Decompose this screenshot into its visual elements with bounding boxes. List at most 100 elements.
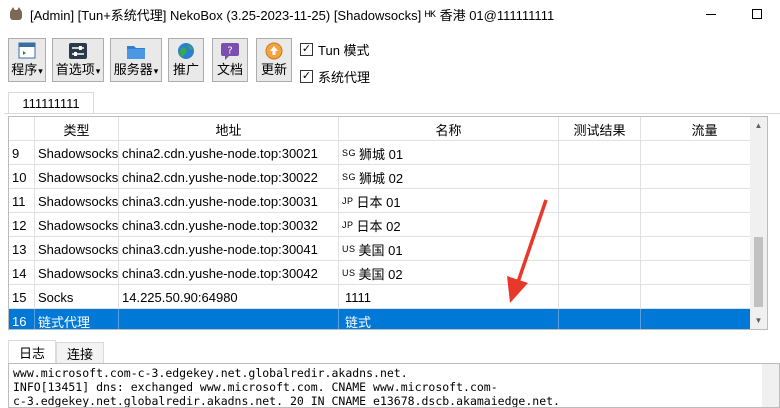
header-test-result[interactable]: 测试结果 (559, 117, 641, 141)
table-row[interactable]: 11 Shadowsocks china3.cdn.yushe-node.top:3… (9, 189, 767, 213)
tun-checkmark-icon: ✓ (300, 43, 313, 56)
maximize-button[interactable] (734, 0, 780, 28)
group-tab[interactable]: 111111111 (8, 92, 94, 114)
row-index: 13 (9, 237, 35, 261)
row-name-cell: US 美国 02 (339, 261, 559, 285)
folder-icon (126, 42, 146, 60)
row-traffic (641, 141, 767, 165)
docs-button[interactable]: ? 文档 (212, 38, 248, 82)
program-menu-button[interactable]: 程序 (8, 38, 46, 82)
tab-connections[interactable]: 连接 (56, 342, 105, 364)
row-test-result (559, 309, 641, 329)
row-test-result (559, 189, 641, 213)
log-line: c-3.edgekey.net.globalredir.akadns.net. … (13, 394, 560, 408)
program-label: 程序 (11, 63, 43, 78)
system-proxy-label: 系统代理 (318, 70, 371, 85)
row-type: Shadowsocks (35, 141, 119, 165)
row-type: Shadowsocks (35, 189, 119, 213)
row-name: 狮城 02 (359, 170, 404, 186)
row-test-result (559, 213, 641, 237)
country-flag-icon: SG (342, 148, 357, 158)
minimize-icon (706, 13, 716, 15)
server-label: 服务器 (114, 63, 159, 78)
nekobox-app-icon (8, 6, 24, 22)
preferences-menu-button[interactable]: 首选项 (52, 38, 104, 82)
table-row[interactable]: 14 Shadowsocks china3.cdn.yushe-node.top:3… (9, 261, 767, 285)
table-row[interactable]: 13 Shadowsocks china3.cdn.yushe-node.top:3… (9, 237, 767, 261)
system-proxy-checkbox[interactable]: ✓ 系统代理 (300, 67, 370, 86)
svg-text:?: ? (227, 46, 232, 57)
header-type[interactable]: 类型 (35, 117, 119, 141)
row-address: china2.cdn.yushe-node.top:30022 (119, 165, 339, 189)
country-flag-icon: US (342, 268, 356, 278)
globe-icon (176, 42, 196, 60)
docs-label: 文档 (216, 62, 243, 77)
row-name-cell: 链式 (339, 309, 559, 329)
row-name-cell: JP 日本 02 (339, 213, 559, 237)
title-bar: [Admin] [Tun+系统代理] NekoBox (3.25-2023-11… (0, 0, 780, 28)
scroll-thumb[interactable] (754, 237, 763, 307)
row-address (119, 309, 339, 329)
row-test-result (559, 237, 641, 261)
header-traffic[interactable]: 流量 (641, 117, 767, 141)
row-name: 狮城 01 (359, 146, 404, 162)
row-test-result (559, 261, 641, 285)
row-test-result (559, 165, 641, 189)
row-index: 9 (9, 141, 35, 165)
table-row[interactable]: 9 Shadowsocks china2.cdn.yushe-node.top:30… (9, 141, 767, 165)
row-traffic (641, 237, 767, 261)
row-test-result (559, 285, 641, 309)
table-row[interactable]: 15 Socks 14.225.50.90:64980 1111 (9, 285, 767, 309)
row-index: 11 (9, 189, 35, 213)
log-scrollbar[interactable] (762, 364, 779, 407)
header-index (9, 117, 35, 141)
table-row[interactable]: 16 链式代理 链式 (9, 309, 767, 329)
row-name: 日本 01 (356, 194, 401, 210)
table-scrollbar[interactable]: ▲ ▼ (750, 117, 767, 329)
help-chat-icon: ? (220, 42, 240, 60)
row-name-cell: SG 狮城 02 (339, 165, 559, 189)
table-header: 类型 地址 名称 测试结果 流量 (9, 117, 767, 141)
server-menu-button[interactable]: 服务器 (110, 38, 162, 82)
preferences-label: 首选项 (56, 63, 101, 78)
row-name: 日本 02 (356, 218, 401, 234)
table-row[interactable]: 12 Shadowsocks china3.cdn.yushe-node.top:3… (9, 213, 767, 237)
row-traffic (641, 189, 767, 213)
row-index: 15 (9, 285, 35, 309)
tab-divider (4, 113, 780, 114)
row-type: Shadowsocks (35, 237, 119, 261)
tab-log[interactable]: 日志 (8, 340, 57, 364)
header-address[interactable]: 地址 (119, 117, 339, 141)
row-index: 16 (9, 309, 35, 329)
table-body: 9 Shadowsocks china2.cdn.yushe-node.top:30… (9, 141, 767, 329)
log-tab-bar: 日志 连接 (8, 340, 105, 364)
scroll-down-icon[interactable]: ▼ (750, 312, 767, 329)
maximize-icon (752, 9, 762, 19)
update-label: 更新 (260, 62, 287, 77)
row-index: 14 (9, 261, 35, 285)
country-flag-icon: US (342, 244, 356, 254)
row-type: 链式代理 (35, 309, 119, 329)
row-traffic (641, 261, 767, 285)
toolbar: 程序 首选项 服务器 推广 ? 文档 更新 ✓ Tun 模式 ✓ 系统代理 (0, 30, 780, 88)
sysproxy-checkmark-icon: ✓ (300, 70, 313, 83)
scroll-up-icon[interactable]: ▲ (750, 117, 767, 134)
tun-mode-checkbox[interactable]: ✓ Tun 模式 (300, 40, 370, 59)
row-type: Shadowsocks (35, 261, 119, 285)
row-address: china2.cdn.yushe-node.top:30021 (119, 141, 339, 165)
minimize-button[interactable] (688, 0, 734, 28)
table-row[interactable]: 10 Shadowsocks china2.cdn.yushe-node.top:3… (9, 165, 767, 189)
row-index: 12 (9, 213, 35, 237)
sliders-icon (68, 42, 88, 60)
update-button[interactable]: 更新 (256, 38, 292, 82)
row-traffic (641, 213, 767, 237)
tun-mode-label: Tun 模式 (318, 43, 370, 58)
row-address: china3.cdn.yushe-node.top:30041 (119, 237, 339, 261)
country-flag-icon: JP (342, 196, 354, 206)
header-name[interactable]: 名称 (339, 117, 559, 141)
promote-button[interactable]: 推广 (168, 38, 204, 82)
row-traffic (641, 309, 767, 329)
row-type: Shadowsocks (35, 213, 119, 237)
row-address: china3.cdn.yushe-node.top:30031 (119, 189, 339, 213)
row-type: Socks (35, 285, 119, 309)
